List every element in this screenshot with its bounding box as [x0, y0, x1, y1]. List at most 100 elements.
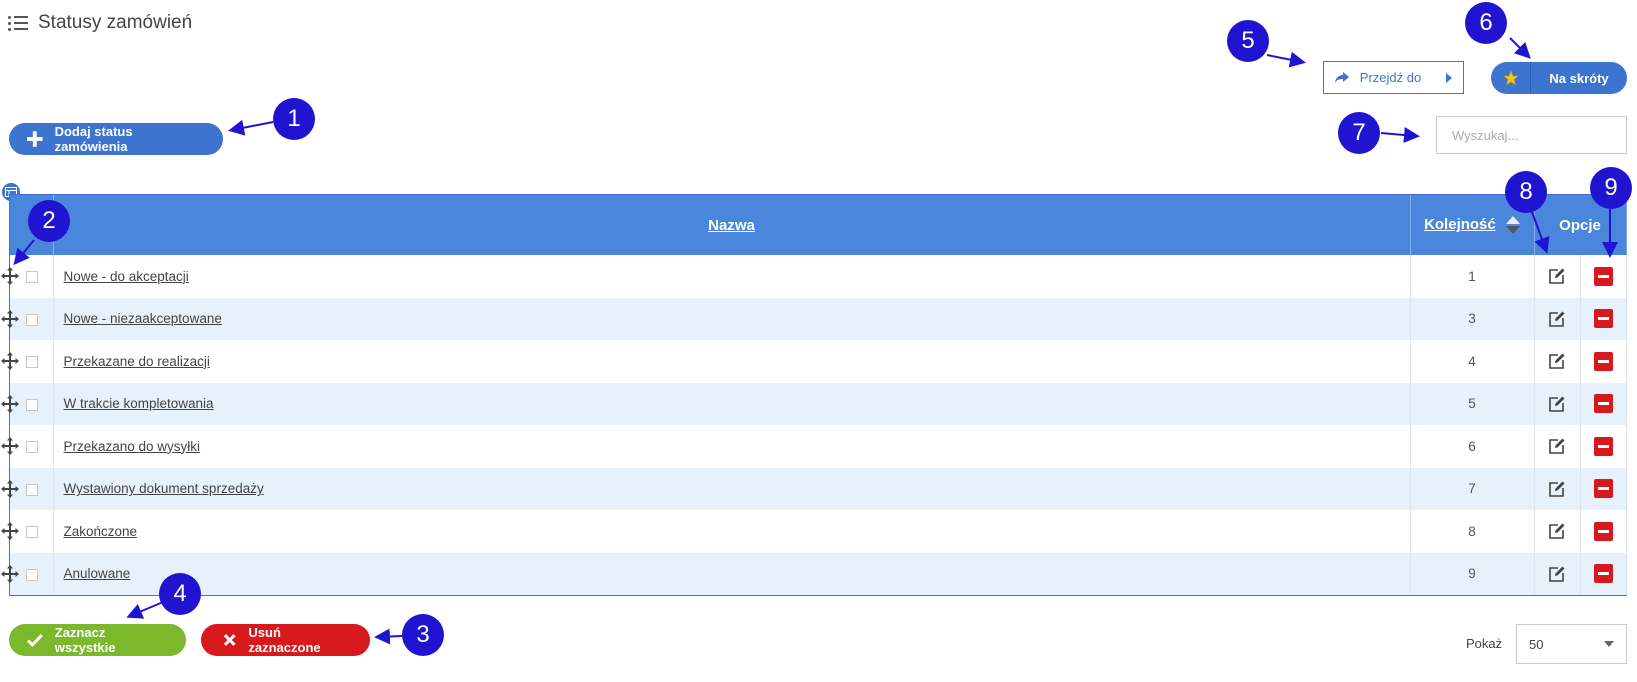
row-checkbox[interactable] [26, 526, 38, 539]
row-name-cell: Przekazane do realizacji [53, 340, 1411, 383]
callout-1: 1 [273, 98, 315, 140]
add-status-button[interactable]: Dodaj status zamówienia [9, 123, 223, 155]
list-icon [8, 14, 30, 32]
delete-icon[interactable] [1593, 564, 1613, 584]
row-name-cell: Anulowane [53, 552, 1411, 595]
goto-label: Przejdź do [1359, 70, 1422, 85]
row-select-cell [1, 552, 54, 595]
sort-by-order-link[interactable]: Kolejność [1424, 216, 1496, 233]
edit-icon[interactable] [1548, 437, 1566, 455]
search-input[interactable] [1452, 127, 1628, 143]
add-status-label: Dodaj status zamówienia [54, 124, 133, 154]
goto-button[interactable]: Przejdź do [1323, 61, 1464, 94]
row-name-cell: W trakcie kompletowania [53, 382, 1411, 425]
status-name-link[interactable]: Wystawiony dokument sprzedaży [54, 481, 264, 496]
row-edit-cell [1534, 552, 1581, 595]
row-edit-cell [1534, 510, 1581, 553]
sort-by-name-link[interactable]: Nazwa [708, 217, 755, 234]
drag-move-icon[interactable] [0, 564, 20, 584]
delete-icon[interactable] [1593, 266, 1613, 286]
delete-icon[interactable] [1593, 394, 1613, 414]
status-name-link[interactable]: W trakcie kompletowania [54, 396, 214, 411]
status-name-link[interactable]: Przekazano do wysyłki [54, 439, 201, 454]
row-select-cell [1, 297, 54, 340]
row-name-cell: Zakończone [53, 510, 1411, 553]
edit-icon[interactable] [1548, 565, 1566, 583]
row-select-cell [1, 255, 54, 298]
table-row: Wystawiony dokument sprzedaży 7 [1, 467, 1627, 510]
row-edit-cell [1534, 297, 1581, 340]
drag-move-icon[interactable] [0, 479, 20, 499]
row-edit-cell [1534, 340, 1581, 383]
row-delete-cell [1580, 382, 1627, 425]
row-delete-cell [1580, 340, 1627, 383]
header-name[interactable]: Nazwa [53, 195, 1411, 255]
page-size-select[interactable]: 50 [1516, 624, 1627, 664]
row-checkbox[interactable] [26, 483, 38, 496]
page-title: Statusy zamówień [38, 12, 193, 33]
delete-icon[interactable] [1593, 309, 1613, 329]
edit-icon[interactable] [1548, 522, 1566, 540]
sort-arrows-icon[interactable] [1505, 216, 1520, 235]
row-select-cell [1, 382, 54, 425]
edit-icon[interactable] [1548, 480, 1566, 498]
callout-2: 2 [28, 200, 70, 242]
statuses-table: Nazwa Kolejność Opcje Nowe - do akceptac… [1, 194, 1627, 596]
plus-icon [27, 131, 43, 147]
row-name-cell: Przekazano do wysyłki [53, 425, 1411, 468]
edit-icon[interactable] [1548, 310, 1566, 328]
callout-3: 3 [402, 614, 444, 656]
delete-icon[interactable] [1593, 351, 1613, 371]
table-row: Przekazane do realizacji 4 [1, 340, 1627, 383]
shortcuts-label: Na skróty [1549, 70, 1609, 86]
edit-icon[interactable] [1548, 395, 1566, 413]
drag-move-icon[interactable] [0, 309, 20, 329]
row-checkbox[interactable] [26, 313, 38, 326]
row-delete-cell [1580, 255, 1627, 298]
drag-move-icon[interactable] [0, 394, 20, 414]
row-name-cell: Wystawiony dokument sprzedaży [53, 467, 1411, 510]
x-icon [223, 634, 236, 646]
edit-icon[interactable] [1548, 352, 1566, 370]
drag-move-icon[interactable] [0, 351, 20, 371]
status-name-link[interactable]: Nowe - niezaakceptowane [54, 311, 222, 326]
drag-move-icon[interactable] [0, 266, 20, 286]
row-select-cell [1, 340, 54, 383]
drag-move-icon[interactable] [0, 521, 20, 541]
delete-icon[interactable] [1593, 479, 1613, 499]
status-name-link[interactable]: Nowe - do akceptacji [54, 269, 189, 284]
row-checkbox[interactable] [26, 568, 38, 581]
row-checkbox[interactable] [26, 356, 38, 369]
edit-icon[interactable] [1548, 267, 1566, 285]
drag-move-icon[interactable] [0, 436, 20, 456]
status-name-link[interactable]: Anulowane [54, 566, 131, 581]
search-box [1436, 116, 1628, 154]
callout-9: 9 [1590, 167, 1632, 209]
callout-6: 6 [1465, 2, 1507, 44]
row-checkbox[interactable] [26, 398, 38, 411]
callout-4: 4 [159, 573, 201, 615]
row-checkbox[interactable] [26, 271, 38, 284]
row-edit-cell [1534, 382, 1581, 425]
row-order-value: 8 [1410, 510, 1535, 553]
table-row: Przekazano do wysyłki 6 [1, 425, 1627, 468]
table-row: Nowe - niezaakceptowane 3 [1, 297, 1627, 340]
row-order-value: 6 [1410, 425, 1535, 468]
delete-selected-button[interactable]: Usuń zaznaczone [201, 624, 370, 656]
row-edit-cell [1534, 255, 1581, 298]
status-name-link[interactable]: Przekazane do realizacji [54, 354, 210, 369]
callout-8: 8 [1505, 171, 1547, 213]
row-select-cell [1, 425, 54, 468]
delete-icon[interactable] [1593, 521, 1613, 541]
row-edit-cell [1534, 425, 1581, 468]
star-icon [1491, 62, 1531, 94]
row-delete-cell [1580, 552, 1627, 595]
row-edit-cell [1534, 467, 1581, 510]
shortcuts-button[interactable]: Na skróty [1491, 62, 1627, 94]
delete-icon[interactable] [1593, 436, 1613, 456]
status-name-link[interactable]: Zakończone [54, 524, 138, 539]
row-order-value: 5 [1410, 382, 1535, 425]
select-all-button[interactable]: Zaznacz wszystkie [9, 624, 186, 656]
caret-right-icon [1446, 72, 1453, 83]
row-checkbox[interactable] [26, 441, 38, 454]
